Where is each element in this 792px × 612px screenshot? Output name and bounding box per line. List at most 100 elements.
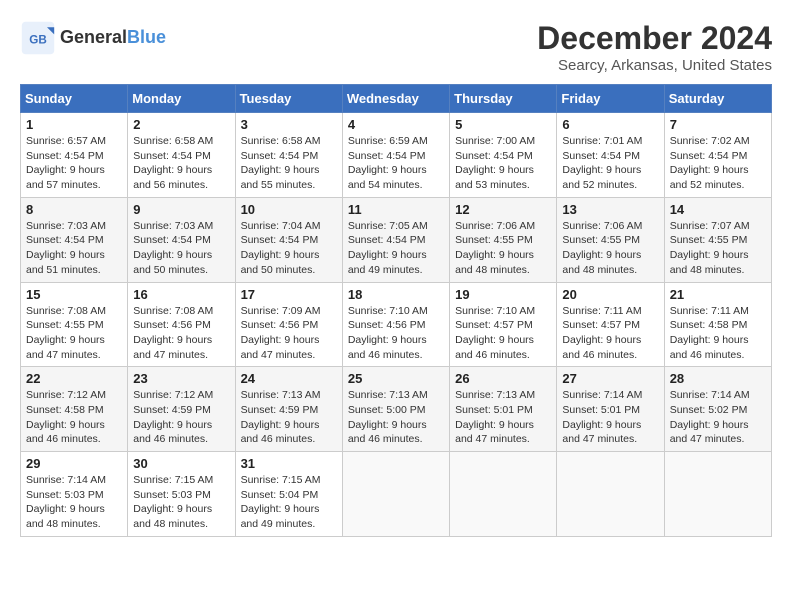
sunrise-label: Sunrise: 7:11 AM: [562, 305, 641, 317]
sunrise-label: Sunrise: 7:03 AM: [133, 220, 213, 232]
svg-text:GB: GB: [29, 33, 47, 46]
day-info: Sunrise: 7:00 AM Sunset: 4:54 PM Dayligh…: [455, 134, 551, 193]
daylight-label: Daylight: 9 hours and 46 minutes.: [348, 419, 427, 446]
calendar-day-cell: 17 Sunrise: 7:09 AM Sunset: 4:56 PM Dayl…: [235, 282, 342, 367]
day-info: Sunrise: 7:07 AM Sunset: 4:55 PM Dayligh…: [670, 219, 766, 278]
calendar-day-cell: 5 Sunrise: 7:00 AM Sunset: 4:54 PM Dayli…: [450, 113, 557, 198]
day-number: 12: [455, 202, 551, 217]
daylight-label: Daylight: 9 hours and 47 minutes.: [26, 334, 105, 361]
sunrise-label: Sunrise: 7:01 AM: [562, 135, 642, 147]
sunset-label: Sunset: 4:55 PM: [455, 234, 533, 246]
daylight-label: Daylight: 9 hours and 47 minutes.: [455, 419, 534, 446]
day-number: 9: [133, 202, 229, 217]
day-info: Sunrise: 7:10 AM Sunset: 4:57 PM Dayligh…: [455, 304, 551, 363]
sunset-label: Sunset: 4:57 PM: [562, 319, 640, 331]
day-number: 16: [133, 287, 229, 302]
calendar-day-cell: 12 Sunrise: 7:06 AM Sunset: 4:55 PM Dayl…: [450, 197, 557, 282]
sunset-label: Sunset: 4:54 PM: [241, 234, 319, 246]
day-info: Sunrise: 7:11 AM Sunset: 4:57 PM Dayligh…: [562, 304, 658, 363]
calendar-day-cell: 11 Sunrise: 7:05 AM Sunset: 4:54 PM Dayl…: [342, 197, 449, 282]
day-number: 15: [26, 287, 122, 302]
daylight-label: Daylight: 9 hours and 48 minutes.: [133, 503, 212, 530]
calendar-day-cell: 18 Sunrise: 7:10 AM Sunset: 4:56 PM Dayl…: [342, 282, 449, 367]
sunrise-label: Sunrise: 7:12 AM: [133, 389, 213, 401]
day-number: 13: [562, 202, 658, 217]
day-number: 23: [133, 371, 229, 386]
day-info: Sunrise: 7:15 AM Sunset: 5:04 PM Dayligh…: [241, 473, 337, 532]
daylight-label: Daylight: 9 hours and 48 minutes.: [670, 249, 749, 276]
calendar-day-cell: 4 Sunrise: 6:59 AM Sunset: 4:54 PM Dayli…: [342, 113, 449, 198]
calendar-day-cell: 1 Sunrise: 6:57 AM Sunset: 4:54 PM Dayli…: [21, 113, 128, 198]
sunrise-label: Sunrise: 7:13 AM: [455, 389, 535, 401]
calendar-day-header: Wednesday: [342, 85, 449, 113]
sunrise-label: Sunrise: 7:13 AM: [241, 389, 321, 401]
day-info: Sunrise: 6:58 AM Sunset: 4:54 PM Dayligh…: [241, 134, 337, 193]
day-number: 3: [241, 117, 337, 132]
daylight-label: Daylight: 9 hours and 48 minutes.: [562, 249, 641, 276]
sunrise-label: Sunrise: 7:06 AM: [562, 220, 642, 232]
sunset-label: Sunset: 4:54 PM: [26, 234, 104, 246]
calendar-empty-cell: [342, 452, 449, 537]
sunrise-label: Sunrise: 7:05 AM: [348, 220, 428, 232]
day-number: 4: [348, 117, 444, 132]
calendar-day-cell: 26 Sunrise: 7:13 AM Sunset: 5:01 PM Dayl…: [450, 367, 557, 452]
calendar-week-row: 22 Sunrise: 7:12 AM Sunset: 4:58 PM Dayl…: [21, 367, 772, 452]
daylight-label: Daylight: 9 hours and 53 minutes.: [455, 164, 534, 191]
daylight-label: Daylight: 9 hours and 48 minutes.: [455, 249, 534, 276]
calendar-day-cell: 22 Sunrise: 7:12 AM Sunset: 4:58 PM Dayl…: [21, 367, 128, 452]
day-number: 20: [562, 287, 658, 302]
sunset-label: Sunset: 5:01 PM: [562, 404, 640, 416]
day-number: 28: [670, 371, 766, 386]
daylight-label: Daylight: 9 hours and 46 minutes.: [670, 334, 749, 361]
sunrise-label: Sunrise: 6:58 AM: [133, 135, 213, 147]
sunset-label: Sunset: 4:54 PM: [133, 234, 211, 246]
day-number: 11: [348, 202, 444, 217]
calendar-day-cell: 19 Sunrise: 7:10 AM Sunset: 4:57 PM Dayl…: [450, 282, 557, 367]
sunrise-label: Sunrise: 7:02 AM: [670, 135, 750, 147]
sunrise-label: Sunrise: 7:12 AM: [26, 389, 106, 401]
day-info: Sunrise: 7:04 AM Sunset: 4:54 PM Dayligh…: [241, 219, 337, 278]
daylight-label: Daylight: 9 hours and 48 minutes.: [26, 503, 105, 530]
sunset-label: Sunset: 4:54 PM: [26, 150, 104, 162]
calendar-day-cell: 29 Sunrise: 7:14 AM Sunset: 5:03 PM Dayl…: [21, 452, 128, 537]
day-number: 25: [348, 371, 444, 386]
day-info: Sunrise: 7:12 AM Sunset: 4:59 PM Dayligh…: [133, 388, 229, 447]
sunset-label: Sunset: 4:54 PM: [133, 150, 211, 162]
day-info: Sunrise: 7:06 AM Sunset: 4:55 PM Dayligh…: [562, 219, 658, 278]
calendar-day-cell: 6 Sunrise: 7:01 AM Sunset: 4:54 PM Dayli…: [557, 113, 664, 198]
calendar-day-header: Saturday: [664, 85, 771, 113]
day-info: Sunrise: 7:03 AM Sunset: 4:54 PM Dayligh…: [133, 219, 229, 278]
day-number: 14: [670, 202, 766, 217]
daylight-label: Daylight: 9 hours and 54 minutes.: [348, 164, 427, 191]
day-info: Sunrise: 7:10 AM Sunset: 4:56 PM Dayligh…: [348, 304, 444, 363]
day-info: Sunrise: 7:01 AM Sunset: 4:54 PM Dayligh…: [562, 134, 658, 193]
day-info: Sunrise: 7:14 AM Sunset: 5:01 PM Dayligh…: [562, 388, 658, 447]
day-number: 22: [26, 371, 122, 386]
daylight-label: Daylight: 9 hours and 50 minutes.: [133, 249, 212, 276]
sunrise-label: Sunrise: 7:00 AM: [455, 135, 535, 147]
sunrise-label: Sunrise: 6:57 AM: [26, 135, 106, 147]
sunrise-label: Sunrise: 7:08 AM: [26, 305, 106, 317]
calendar-day-cell: 7 Sunrise: 7:02 AM Sunset: 4:54 PM Dayli…: [664, 113, 771, 198]
sunrise-label: Sunrise: 7:14 AM: [562, 389, 642, 401]
calendar-day-cell: 25 Sunrise: 7:13 AM Sunset: 5:00 PM Dayl…: [342, 367, 449, 452]
sunrise-label: Sunrise: 7:11 AM: [670, 305, 749, 317]
sunset-label: Sunset: 4:56 PM: [133, 319, 211, 331]
day-info: Sunrise: 7:11 AM Sunset: 4:58 PM Dayligh…: [670, 304, 766, 363]
calendar-title: December 2024: [537, 20, 772, 57]
logo: GB GeneralBlue: [20, 20, 166, 56]
day-number: 30: [133, 456, 229, 471]
sunrise-label: Sunrise: 7:10 AM: [455, 305, 535, 317]
sunrise-label: Sunrise: 7:15 AM: [133, 474, 213, 486]
day-number: 24: [241, 371, 337, 386]
calendar-day-cell: 28 Sunrise: 7:14 AM Sunset: 5:02 PM Dayl…: [664, 367, 771, 452]
daylight-label: Daylight: 9 hours and 49 minutes.: [348, 249, 427, 276]
day-info: Sunrise: 7:15 AM Sunset: 5:03 PM Dayligh…: [133, 473, 229, 532]
day-number: 19: [455, 287, 551, 302]
calendar-day-cell: 27 Sunrise: 7:14 AM Sunset: 5:01 PM Dayl…: [557, 367, 664, 452]
day-info: Sunrise: 7:14 AM Sunset: 5:03 PM Dayligh…: [26, 473, 122, 532]
calendar-day-cell: 3 Sunrise: 6:58 AM Sunset: 4:54 PM Dayli…: [235, 113, 342, 198]
sunset-label: Sunset: 4:56 PM: [348, 319, 426, 331]
calendar-day-cell: 10 Sunrise: 7:04 AM Sunset: 4:54 PM Dayl…: [235, 197, 342, 282]
calendar-day-header: Tuesday: [235, 85, 342, 113]
